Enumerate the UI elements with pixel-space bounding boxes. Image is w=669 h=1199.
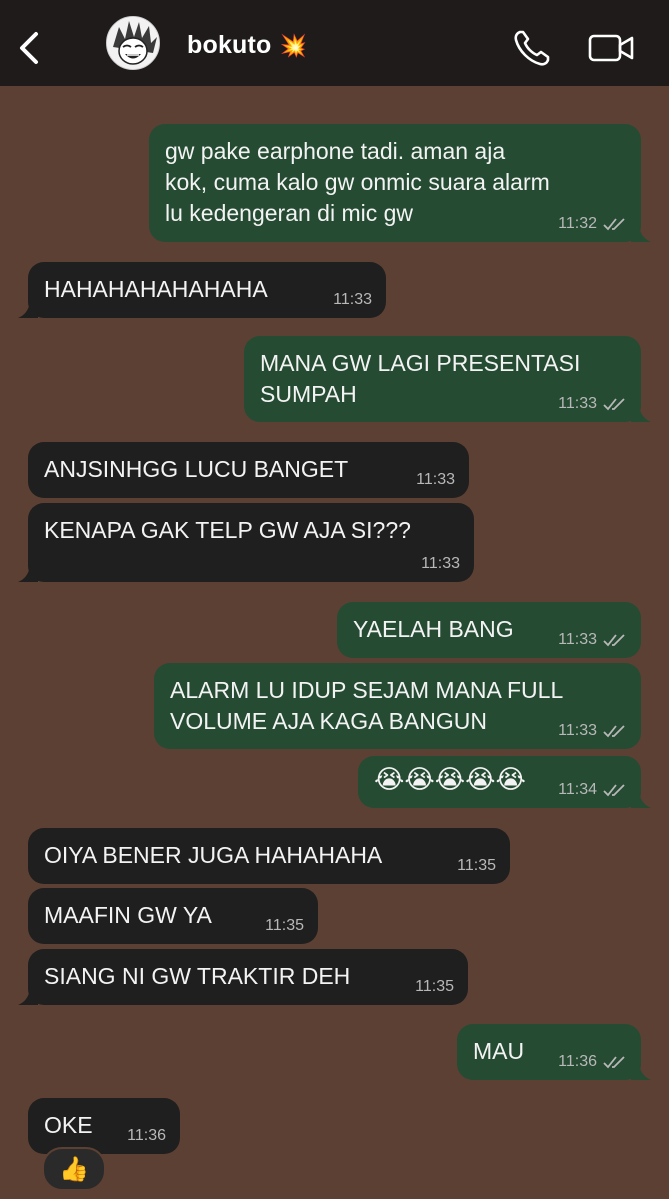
- message-time: 11:35: [457, 857, 496, 874]
- double-check-icon: [603, 725, 625, 738]
- message-bubble-outgoing[interactable]: MAU 11:36: [457, 1024, 651, 1080]
- message-text: ALARM LU IDUP SEJAM MANA FULL VOLUME AJA…: [170, 677, 564, 734]
- message-meta: 11:36: [127, 1128, 166, 1144]
- message-bubble-incoming[interactable]: ANJSINHGG LUCU BANGET 11:33: [28, 442, 469, 498]
- message-bubble-outgoing[interactable]: ALARM LU IDUP SEJAM MANA FULL VOLUME AJA…: [154, 663, 641, 749]
- message-bubble-outgoing[interactable]: gw pake earphone tadi. aman aja kok, cum…: [149, 124, 651, 242]
- message-text: OIYA BENER JUGA HAHAHAHA: [44, 842, 383, 868]
- message-time: 11:33: [421, 555, 460, 572]
- double-check-icon: [603, 634, 625, 647]
- message-text: HAHAHAHAHAHAHA: [44, 276, 268, 302]
- message-time: 11:34: [558, 781, 597, 798]
- message-bubble-outgoing[interactable]: YAELAH BANG 11:33: [337, 602, 641, 658]
- avatar-image: [107, 17, 159, 69]
- message-meta: 11:35: [457, 858, 496, 874]
- message-bubble-incoming[interactable]: OIYA BENER JUGA HAHAHAHA 11:35: [28, 828, 510, 884]
- message-time: 11:35: [265, 917, 304, 934]
- message-time: 11:33: [558, 631, 597, 648]
- contact-name-text: bokuto: [187, 31, 272, 59]
- message-bubble-incoming[interactable]: KENAPA GAK TELP GW AJA SI??? 11:33: [18, 503, 474, 582]
- message-meta: 11:33: [558, 396, 627, 412]
- message-meta: 11:34: [558, 782, 627, 798]
- back-button[interactable]: [12, 28, 46, 68]
- message-bubble-incoming[interactable]: HAHAHAHAHAHAHA 11:33: [18, 262, 386, 318]
- message-text: SIANG NI GW TRAKTIR DEH: [44, 963, 351, 989]
- message-meta: 11:33: [333, 292, 372, 308]
- bubble-tail: [631, 226, 651, 242]
- message-bubble-outgoing[interactable]: 😭😭😭😭😭 11:34: [358, 756, 651, 808]
- bubble-tail: [631, 406, 651, 422]
- contact-name[interactable]: bokuto 💥: [187, 31, 307, 60]
- double-check-icon: [603, 784, 625, 797]
- bubble-tail: [631, 792, 651, 808]
- message-text: MAAFIN GW YA: [44, 902, 212, 928]
- double-check-icon: [603, 398, 625, 411]
- message-text: gw pake earphone tadi. aman aja kok, cum…: [165, 138, 550, 226]
- voice-call-button[interactable]: [510, 26, 554, 70]
- avatar[interactable]: [106, 16, 160, 70]
- message-time: 11:33: [558, 395, 597, 412]
- chat-header: bokuto 💥: [0, 0, 669, 86]
- message-meta: 11:33: [558, 632, 627, 648]
- message-meta: 11:32: [558, 216, 627, 232]
- message-meta: 11:33: [416, 472, 455, 488]
- message-time: 11:36: [558, 1053, 597, 1070]
- message-text: ANJSINHGG LUCU BANGET: [44, 456, 349, 482]
- message-bubble-incoming[interactable]: SIANG NI GW TRAKTIR DEH 11:35: [18, 949, 468, 1005]
- message-time: 11:32: [558, 215, 597, 232]
- collision-emoji: 💥: [279, 32, 308, 58]
- bubble-tail: [18, 989, 38, 1005]
- message-time: 11:35: [415, 978, 454, 995]
- message-time: 11:36: [127, 1127, 166, 1144]
- message-time: 11:33: [333, 291, 372, 308]
- message-meta: 11:35: [415, 979, 454, 995]
- thumbs-up-reaction[interactable]: 👍: [42, 1147, 106, 1191]
- message-meta: 11:35: [265, 918, 304, 934]
- call-icon: [514, 30, 550, 66]
- bubble-tail: [18, 302, 38, 318]
- bubble-tail: [18, 566, 38, 582]
- message-time: 11:33: [416, 471, 455, 488]
- message-bubble-outgoing[interactable]: MANA GW LAGI PRESENTASI SUMPAH 11:33: [244, 336, 651, 422]
- thumbs-up-icon: 👍: [59, 1155, 89, 1183]
- message-meta: 11:36: [558, 1054, 627, 1070]
- message-bubble-incoming[interactable]: MAAFIN GW YA 11:35: [28, 888, 318, 944]
- message-time: 11:33: [558, 722, 597, 739]
- message-bubble-incoming[interactable]: OKE 11:36: [28, 1098, 180, 1154]
- video-call-button[interactable]: [586, 28, 638, 68]
- message-text: KENAPA GAK TELP GW AJA SI???: [44, 517, 411, 543]
- bubble-tail: [631, 1064, 651, 1080]
- video-call-icon: [588, 34, 634, 62]
- double-check-icon: [603, 1056, 625, 1069]
- double-check-icon: [603, 218, 625, 231]
- message-meta: 11:33: [558, 723, 627, 739]
- message-meta: 11:33: [421, 556, 460, 572]
- back-chevron-icon: [20, 32, 38, 64]
